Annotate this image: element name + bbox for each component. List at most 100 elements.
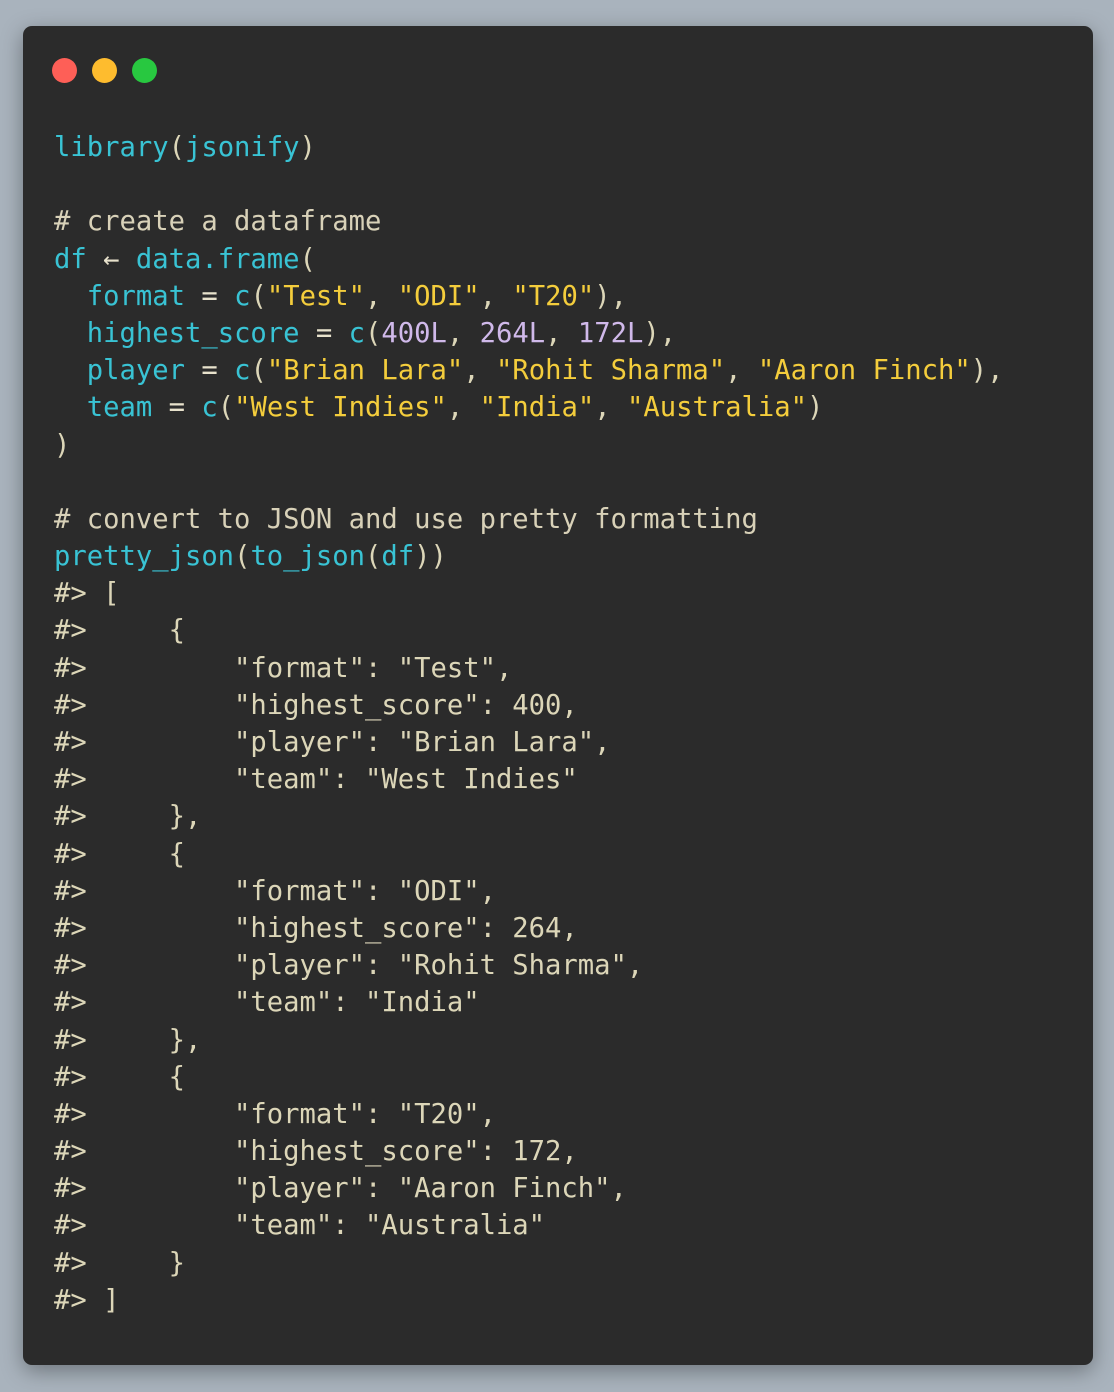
code-token-plain: , [545,317,578,349]
code-token-fn: to_json [250,541,366,573]
code-token-arg: player [86,355,185,387]
code-token-arg: team [86,392,153,424]
code-line: #> "highest_score": 172, [54,1133,1003,1170]
code-token-fn: c [234,355,251,387]
code-line: #> "team": "West Indies" [54,761,1003,798]
code-token-plain: ) [54,429,71,461]
code-token-str: "Rohit Sharma" [496,355,726,387]
code-line: #> { [54,612,1003,649]
code-token-plain: ), [643,317,677,349]
code-line: #> "format": "T20", [54,1096,1003,1133]
code-token-plain: ), [970,355,1004,387]
code-token-str: "Test" [266,280,366,312]
code-token-arg: format [86,280,185,312]
code-line: #> } [54,1245,1003,1282]
code-token-out: #> ] [54,1284,120,1316]
code-token-num: 400L [381,317,447,349]
code-line: # create a dataframe [54,203,1003,240]
code-token-plain: ) [807,392,824,424]
code-line: #> "format": "ODI", [54,873,1003,910]
maximize-dot-icon[interactable] [132,58,157,83]
code-token-comment: # convert to JSON and use pretty formatt… [54,503,758,535]
code-token-plain: , [446,317,480,349]
code-token-str: "Australia" [626,392,808,424]
code-token-op: = [152,392,202,424]
close-dot-icon[interactable] [52,58,77,83]
code-line: #> "highest_score": 264, [54,910,1003,947]
window-controls [52,58,172,84]
code-line: team = c("West Indies", "India", "Austra… [54,389,1003,426]
code-token-op: = [184,355,235,387]
minimize-dot-icon[interactable] [92,58,117,83]
code-token-out: #> [ [54,578,120,610]
code-line: #> "player": "Rohit Sharma", [54,947,1003,984]
code-token-out: #> "player": "Brian Lara", [54,727,611,758]
code-token-plain: , [479,280,513,312]
code-line: #> { [54,1059,1003,1096]
code-token-comment: # create a dataframe [54,206,382,238]
code-token-op: = [299,317,349,349]
code-token-plain: ( [365,317,382,349]
code-line: #> { [54,836,1003,873]
code-token-plain: ( [250,280,267,312]
code-token-fn: pretty_json [54,541,235,573]
code-token-out: #> "team": "Australia" [54,1210,546,1242]
code-token-num: 172L [577,317,644,349]
code-line: player = c("Brian Lara", "Rohit Sharma",… [54,352,1004,389]
code-token-var: df [54,243,87,275]
code-line: #> "player": "Aaron Finch", [54,1170,1003,1207]
code-token-plain: )) [414,541,447,573]
code-line: #> }, [54,1022,1003,1059]
code-block: library(jsonify) # create a dataframe df ←… [54,129,1003,1319]
code-token-var: jsonify [184,132,300,163]
code-token-plain: ( [217,392,235,424]
code-line: #> ] [54,1282,1003,1319]
code-token-op: = [184,280,235,312]
code-token-out: #> "highest_score": 264, [54,912,578,944]
code-line: pretty_json(to_json(df)) [54,538,1003,575]
code-line: #> "player": "Brian Lara", [54,724,1003,761]
code-token-str: "Aaron Finch" [757,355,971,387]
code-token-out: #> { [54,615,185,647]
code-token-var: df [381,541,415,573]
code-token-out: #> "player": "Aaron Finch", [54,1173,627,1205]
code-line: #> "team": "India" [54,984,1003,1021]
code-token-out: #> "team": "India" [54,987,480,1019]
code-line: #> "highest_score": 400, [54,687,1003,724]
code-token-out: #> "format": "Test", [54,652,513,684]
code-token-str: "T20" [512,280,595,312]
code-token-out: #> "format": "ODI", [54,875,496,907]
code-token-out: #> "highest_score": 400, [54,689,578,721]
code-line: #> }, [54,798,1003,835]
code-line: format = c("Test", "ODI", "T20"), [54,278,1003,315]
code-token-plain: ( [250,355,267,387]
code-token-plain: , [446,392,480,424]
code-token-out: #> "team": "West Indies" [54,764,578,796]
code-token-out: #> "format": "T20", [54,1098,496,1130]
code-token-out: #> { [54,838,185,870]
code-token-str: "ODI" [397,280,480,312]
code-token-fn: c [234,280,251,312]
code-token-fn: library [54,132,169,163]
code-line: highest_score = c(400L, 264L, 172L), [54,315,1003,352]
code-token-plain: ), [594,280,627,312]
code-token-str: "West Indies" [234,392,447,424]
code-window: library(jsonify) # create a dataframe df ←… [23,26,1093,1365]
code-token-op: ← [86,243,136,275]
code-token-str: "Brian Lara" [266,355,464,387]
code-token-out: #> }, [54,801,202,833]
code-line: #> "format": "Test", [54,650,1003,687]
code-token-out: #> "player": "Rohit Sharma", [54,950,644,982]
code-line: library(jsonify) [54,129,1003,166]
code-token-plain: ) [299,132,316,163]
code-token-plain: , [365,280,398,312]
code-token-plain: ( [365,541,382,573]
code-token-num: 264L [479,317,546,349]
code-token-plain: , [594,392,627,424]
code-line: # convert to JSON and use pretty formatt… [54,501,1003,538]
